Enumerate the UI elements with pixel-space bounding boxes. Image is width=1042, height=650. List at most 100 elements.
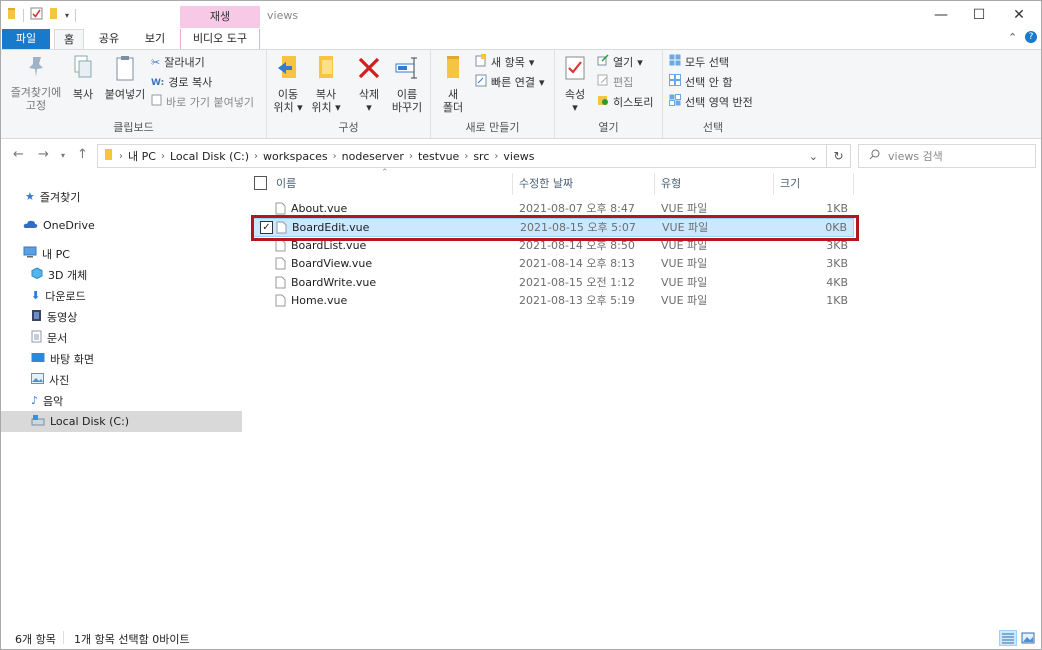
select-none-button[interactable]: 선택 안 함: [669, 74, 732, 92]
tab-file[interactable]: 파일: [2, 29, 50, 49]
close-button[interactable]: ✕: [996, 1, 1042, 29]
breadcrumb-src[interactable]: src: [473, 150, 489, 163]
tab-view[interactable]: 보기: [137, 29, 173, 49]
select-all-button[interactable]: 모두 선택: [669, 54, 729, 72]
chevron-right-icon[interactable]: ›: [254, 151, 258, 162]
file-row[interactable]: Home.vue 2021-08-13 오후 5:19 VUE 파일 1KB: [251, 292, 854, 311]
nav-documents[interactable]: 문서: [1, 327, 242, 348]
nav-local-disk[interactable]: Local Disk (C:): [1, 411, 242, 432]
nav-this-pc[interactable]: 내 PC: [1, 243, 242, 264]
select-group: 모두 선택 선택 안 함 선택 영역 반전 선택: [663, 50, 763, 138]
new-folder-button[interactable]: 새 폴더: [439, 54, 467, 114]
help-icon[interactable]: ?: [1025, 31, 1037, 43]
breadcrumb-views[interactable]: views: [503, 150, 534, 163]
search-icon: [869, 149, 880, 163]
file-name: BoardView.vue: [291, 257, 373, 270]
chevron-right-icon[interactable]: ›: [119, 151, 123, 162]
cut-button[interactable]: ✂ 잘라내기: [151, 54, 205, 72]
file-name: Home.vue: [291, 294, 348, 307]
large-icons-view-icon[interactable]: [1019, 630, 1037, 646]
nav-3d-objects[interactable]: 3D 개체: [1, 264, 242, 285]
organize-group: 이동 위치 ▾ 복사 위치 ▾ 삭제 ▾ 이름 바꾸기 구성: [267, 50, 431, 138]
nav-pictures[interactable]: 사진: [1, 369, 242, 390]
nav-quick-access[interactable]: ★ 즐겨찾기: [1, 186, 242, 207]
file-row[interactable]: BoardWrite.vue 2021-08-15 오전 1:12 VUE 파일…: [251, 274, 854, 293]
back-arrow-icon[interactable]: ←: [13, 147, 24, 162]
delete-x-icon: [353, 54, 385, 85]
rename-button[interactable]: 이름 바꾸기: [389, 54, 425, 114]
breadcrumb-testvue[interactable]: testvue: [418, 150, 459, 163]
column-header-name[interactable]: 이름: [276, 173, 506, 195]
qat-divider: [75, 8, 77, 22]
open-button[interactable]: 열기 ▾: [597, 54, 643, 72]
copy-button[interactable]: 복사: [68, 54, 98, 101]
nav-desktop[interactable]: 바탕 화면: [1, 348, 242, 369]
column-divider[interactable]: [773, 173, 774, 195]
nav-videos[interactable]: 동영상: [1, 306, 242, 327]
easy-access-button[interactable]: 빠른 연결 ▾: [475, 74, 545, 92]
document-icon: [31, 330, 42, 346]
select-group-label: 선택: [702, 121, 724, 134]
up-arrow-icon[interactable]: ↑: [77, 147, 88, 162]
qat-divider: [23, 8, 24, 22]
breadcrumb-local-disk[interactable]: Local Disk (C:): [170, 150, 249, 163]
breadcrumb-workspaces[interactable]: workspaces: [263, 150, 328, 163]
file-row[interactable]: BoardView.vue 2021-08-14 오후 8:13 VUE 파일 …: [251, 255, 854, 274]
copy-to-button[interactable]: 복사 위치 ▾: [309, 54, 343, 114]
breadcrumb-nodeserver[interactable]: nodeserver: [342, 150, 404, 163]
rename-icon: [389, 54, 425, 85]
chevron-right-icon[interactable]: ›: [409, 151, 413, 162]
column-divider[interactable]: [654, 173, 655, 195]
chevron-down-icon[interactable]: ⌄: [809, 150, 818, 163]
details-view-icon[interactable]: [999, 630, 1017, 646]
nav-onedrive[interactable]: OneDrive: [1, 215, 242, 236]
column-header-modified[interactable]: 수정한 날짜: [519, 173, 649, 195]
star-icon: ★: [25, 190, 35, 203]
refresh-button[interactable]: ↻: [827, 144, 851, 168]
path-icon: W:: [151, 78, 165, 88]
chevron-right-icon[interactable]: ›: [464, 151, 468, 162]
edit-button[interactable]: 편집: [597, 74, 633, 92]
new-folder-qat-icon[interactable]: [49, 7, 59, 23]
move-to-button[interactable]: 이동 위치 ▾: [273, 54, 303, 114]
nav-music[interactable]: ♪ 음악: [1, 390, 242, 411]
address-bar[interactable]: › 내 PC › Local Disk (C:) › workspaces › …: [97, 144, 827, 168]
new-item-button[interactable]: 새 항목 ▾: [475, 53, 534, 73]
tab-share[interactable]: 공유: [91, 29, 127, 49]
recent-locations-icon[interactable]: ▾: [61, 151, 65, 160]
tab-home[interactable]: 홈: [54, 29, 84, 49]
history-button[interactable]: 히스토리: [597, 94, 653, 112]
column-header-type[interactable]: 유형: [661, 173, 771, 195]
properties-button[interactable]: 속성 ▾: [561, 54, 589, 114]
search-input[interactable]: views 검색: [858, 144, 1036, 168]
pin-quick-access-button[interactable]: 즐겨찾기에 고정: [7, 54, 65, 112]
chevron-right-icon[interactable]: ›: [161, 151, 165, 162]
copy-icon: [68, 54, 98, 85]
file-type: VUE 파일: [661, 257, 708, 270]
properties-qat-icon[interactable]: [30, 7, 43, 23]
column-divider[interactable]: [512, 173, 513, 195]
tab-video-tools[interactable]: 비디오 도구: [180, 29, 260, 49]
customize-qat-icon[interactable]: ▾: [65, 11, 69, 20]
chevron-right-icon[interactable]: ›: [494, 151, 498, 162]
organize-group-label: 구성: [338, 121, 359, 134]
paste-shortcut-button[interactable]: 바로 가기 붙여넣기: [151, 94, 254, 112]
invert-selection-button[interactable]: 선택 영역 반전: [669, 94, 753, 112]
file-name: BoardWrite.vue: [291, 276, 377, 289]
nav-downloads[interactable]: ⬇ 다운로드: [1, 285, 242, 306]
folder-icon: [104, 148, 114, 164]
column-header-size[interactable]: 크기: [780, 173, 850, 195]
paste-button[interactable]: 붙여넣기: [102, 54, 148, 101]
collapse-ribbon-icon[interactable]: ⌃: [1008, 31, 1017, 44]
ribbon: 즐겨찾기에 고정 복사 붙여넣기 ✂ 잘라내기 W: 경로 복사 바로 가기 붙…: [1, 49, 1041, 139]
delete-button[interactable]: 삭제 ▾: [353, 54, 385, 114]
copy-path-button[interactable]: W: 경로 복사: [151, 74, 212, 92]
new-item-icon: [475, 53, 487, 73]
breadcrumb-this-pc[interactable]: 내 PC: [128, 148, 156, 164]
clipboard-group: 즐겨찾기에 고정 복사 붙여넣기 ✂ 잘라내기 W: 경로 복사 바로 가기 붙…: [1, 50, 267, 138]
open-icon: [597, 54, 609, 72]
chevron-right-icon[interactable]: ›: [333, 151, 337, 162]
column-divider[interactable]: [853, 173, 854, 195]
select-all-checkbox[interactable]: [254, 176, 267, 190]
forward-arrow-icon[interactable]: →: [38, 147, 49, 162]
